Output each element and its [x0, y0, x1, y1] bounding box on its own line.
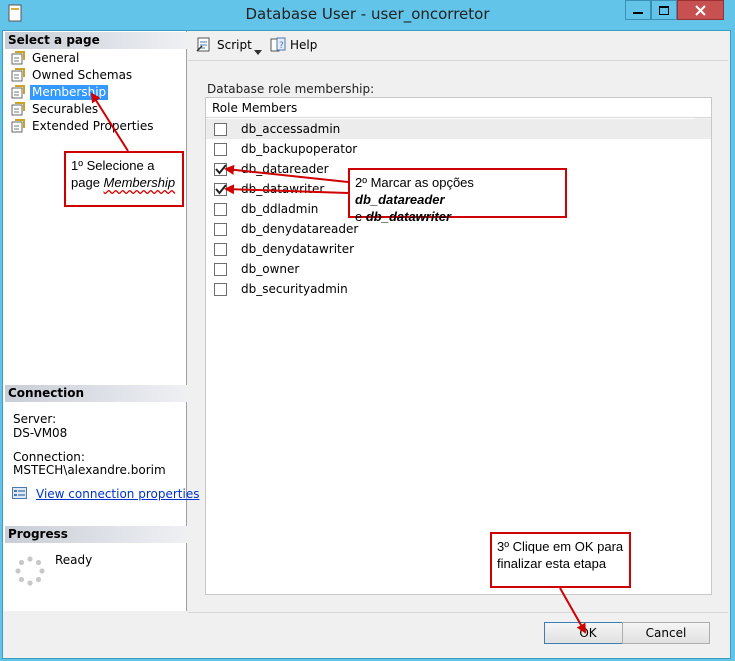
- checkbox-checked[interactable]: [214, 162, 227, 176]
- role-name: db_datawriter: [241, 182, 325, 196]
- script-button[interactable]: Script: [196, 37, 252, 53]
- callout-step-2-emphasis-a: db_datareader: [355, 192, 445, 207]
- page-icon: [11, 85, 25, 99]
- column-header-role-members[interactable]: Role Members: [212, 101, 297, 115]
- help-icon: ?: [270, 37, 286, 52]
- page-item-general[interactable]: General: [11, 50, 81, 66]
- page-item-label: Owned Schemas: [32, 67, 133, 82]
- link-label: View connection properties: [36, 487, 200, 501]
- callout-step-2-text-a: 2º Marcar as opções: [355, 175, 474, 190]
- progress-spinner-icon: [15, 556, 45, 586]
- help-label: Help: [290, 38, 318, 52]
- cancel-button[interactable]: Cancel: [622, 622, 710, 644]
- minimize-button[interactable]: [625, 0, 651, 20]
- script-dropdown-button[interactable]: [254, 44, 262, 58]
- page-item-membership[interactable]: Membership: [11, 84, 109, 100]
- progress-status: Ready: [55, 553, 93, 567]
- page-item-label: Membership: [30, 84, 109, 100]
- role-row[interactable]: db_owner: [206, 259, 711, 279]
- role-name: db_backupoperator: [241, 142, 358, 156]
- checkbox[interactable]: [214, 282, 227, 296]
- callout-step-2-emphasis-b: db_datawriter: [365, 209, 452, 224]
- page-icon: [11, 51, 25, 65]
- checkbox-checked[interactable]: [214, 182, 227, 196]
- maximize-button[interactable]: [651, 0, 677, 20]
- page-icon: [11, 119, 25, 133]
- role-row[interactable]: db_denydatareader: [206, 219, 711, 239]
- view-connection-properties-link[interactable]: View connection properties: [12, 487, 199, 501]
- connection-value: MSTECH\alexandre.borim: [13, 463, 166, 477]
- close-icon: [695, 4, 706, 16]
- footer-divider: [188, 612, 728, 613]
- script-label: Script: [217, 38, 252, 52]
- page-item-extended-properties[interactable]: Extended Properties: [11, 118, 155, 134]
- callout-step-1: 1º Selecione a page Membership: [64, 151, 184, 207]
- role-name: db_denydatawriter: [241, 242, 355, 256]
- page-item-label: General: [32, 50, 80, 65]
- connection-label: Connection:: [13, 450, 85, 464]
- role-name: db_owner: [241, 262, 300, 276]
- page-item-securables[interactable]: Securables: [11, 101, 100, 117]
- role-membership-label: Database role membership:: [207, 82, 375, 96]
- callout-step-2: 2º Marcar as opções db_datareader e db_d…: [348, 168, 567, 224]
- checkbox[interactable]: [214, 242, 227, 256]
- minimize-icon: [633, 12, 643, 14]
- help-button[interactable]: ? Help: [270, 37, 317, 53]
- page-item-label: Securables: [32, 101, 99, 116]
- connection-header: Connection: [5, 385, 187, 402]
- role-name: db_ddladmin: [241, 202, 319, 216]
- properties-icon: [12, 487, 27, 499]
- progress-header: Progress: [5, 526, 187, 543]
- callout-step-2-text-b: e: [355, 209, 366, 224]
- role-row[interactable]: db_securityadmin: [206, 279, 711, 299]
- checkbox[interactable]: [214, 122, 227, 136]
- chevron-down-icon: [254, 50, 262, 55]
- close-button[interactable]: [677, 0, 724, 20]
- checkbox[interactable]: [214, 262, 227, 276]
- svg-text:?: ?: [279, 41, 284, 51]
- checkbox[interactable]: [214, 222, 227, 236]
- select-page-header: Select a page: [5, 32, 187, 49]
- server-label: Server:: [13, 412, 57, 426]
- page-icon: [11, 68, 25, 82]
- checkmark-icon: [215, 183, 227, 195]
- callout-step-3: 3º Clique em OK para finalizar esta etap…: [490, 532, 631, 588]
- role-row[interactable]: db_denydatawriter: [206, 239, 711, 259]
- role-name: db_datareader: [241, 162, 329, 176]
- role-row[interactable]: db_backupoperator: [206, 139, 711, 159]
- role-name: db_denydatareader: [241, 222, 359, 236]
- checkbox[interactable]: [214, 142, 227, 156]
- callout-step-1-emphasis: Membership: [103, 175, 176, 190]
- page-item-owned-schemas[interactable]: Owned Schemas: [11, 67, 134, 83]
- script-icon: [196, 37, 210, 52]
- role-name: db_accessadmin: [241, 122, 341, 136]
- ok-button[interactable]: OK: [544, 622, 632, 644]
- toolbar: [188, 31, 728, 61]
- server-value: DS-VM08: [13, 426, 68, 440]
- page-item-label: Extended Properties: [32, 118, 154, 133]
- checkbox[interactable]: [214, 202, 227, 216]
- role-row[interactable]: db_accessadmin: [206, 119, 711, 139]
- maximize-icon: [659, 5, 669, 15]
- page-icon: [11, 102, 25, 116]
- checkmark-icon: [215, 163, 227, 175]
- role-name: db_securityadmin: [241, 282, 348, 296]
